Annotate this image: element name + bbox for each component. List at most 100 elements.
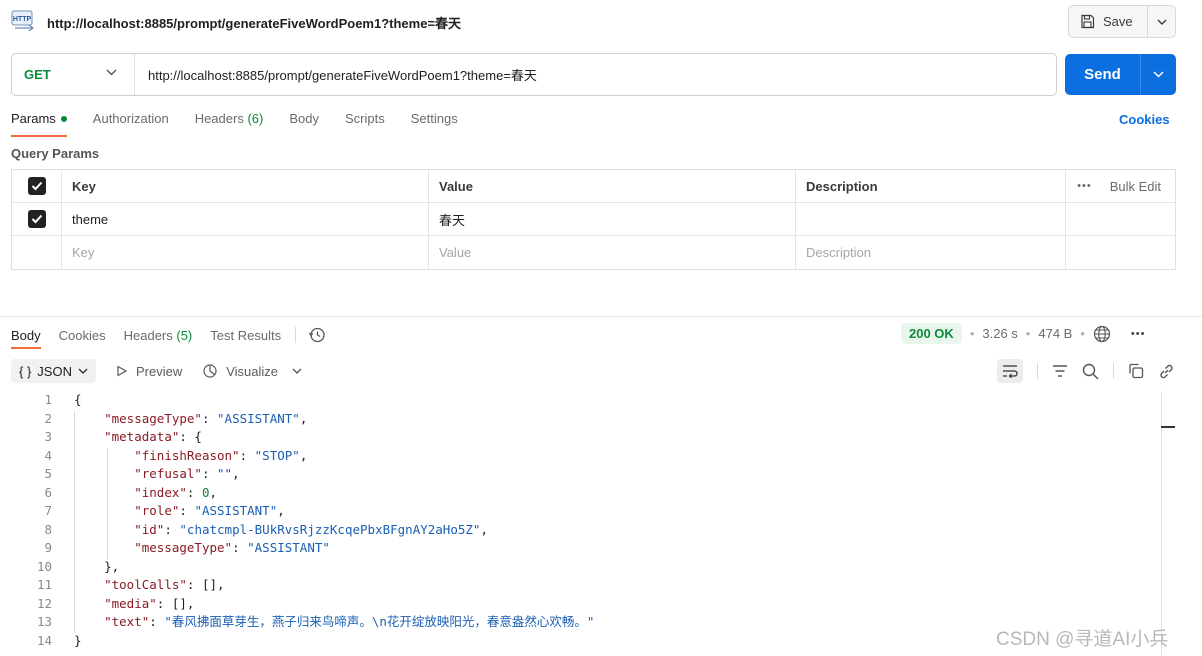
line-number: 10	[36, 558, 52, 574]
send-button-group: Send	[1065, 54, 1176, 95]
globe-icon[interactable]	[1093, 325, 1111, 343]
empty-actions-cell	[1066, 236, 1175, 269]
param-key-cell[interactable]: theme	[62, 203, 429, 235]
visualize-button[interactable]: Visualize	[202, 363, 278, 379]
tab-response-headers[interactable]: Headers (5)	[124, 328, 193, 343]
code-line: 5 "refusal": "",	[0, 465, 1160, 484]
response-tabs: Body Cookies Headers (5) Test Results	[11, 326, 326, 349]
wrap-lines-icon	[1003, 365, 1018, 378]
line-number: 11	[36, 577, 52, 592]
line-number: 2	[44, 410, 52, 426]
code-line: 14}	[0, 632, 1160, 651]
preview-label: Preview	[135, 363, 183, 379]
bullet-separator: •	[969, 326, 975, 341]
tab-headers[interactable]: Headers (6)	[195, 111, 264, 131]
line-number: 8	[44, 521, 52, 537]
section-divider	[0, 316, 1202, 317]
tab-body[interactable]: Body	[289, 111, 319, 131]
json-id: chatcmpl-BUkRvsRjzzKcqePbxBFgnAY2aHo5Z	[186, 521, 473, 537]
chevron-down-icon	[1153, 71, 1164, 78]
response-view-bar: { } JSON Preview Visualize	[11, 359, 302, 383]
chevron-down-icon[interactable]	[292, 368, 302, 374]
status-badge[interactable]: 200 OK	[901, 323, 962, 344]
query-params-table: Key Value Description ••• Bulk Edit them…	[11, 169, 1176, 270]
more-options-icon[interactable]: •••	[1077, 180, 1092, 192]
response-size[interactable]: 474 B	[1038, 326, 1072, 341]
braces-icon: { }	[19, 363, 32, 379]
line-number: 14	[36, 632, 52, 648]
line-number: 5	[44, 466, 52, 481]
column-header-description: Description	[796, 170, 1066, 202]
scrollbar-track[interactable]	[1161, 391, 1162, 656]
line-number: 12	[36, 595, 52, 611]
copy-icon[interactable]	[1128, 363, 1144, 379]
tool-separator	[1113, 363, 1114, 379]
cookies-link[interactable]: Cookies	[1119, 112, 1170, 127]
param-description-cell[interactable]	[796, 203, 1066, 235]
link-icon[interactable]	[1158, 363, 1175, 380]
response-time[interactable]: 3.26 s	[982, 326, 1017, 341]
json-finish-reason: STOP	[262, 447, 293, 463]
request-tabs: Params Authorization Headers (6) Body Sc…	[11, 111, 484, 137]
tab-scripts[interactable]: Scripts	[345, 111, 385, 131]
code-line: 4 "finishReason": "STOP",	[0, 447, 1160, 466]
send-options-button[interactable]	[1141, 54, 1176, 95]
save-options-button[interactable]	[1148, 6, 1175, 37]
tab-test-results[interactable]: Test Results	[210, 328, 281, 343]
save-button-group: Save	[1068, 5, 1176, 38]
select-all-checkbox[interactable]	[27, 177, 46, 195]
empty-check-cell	[12, 236, 62, 269]
line-number: 6	[44, 484, 52, 500]
new-description-input[interactable]: Description	[796, 236, 1066, 269]
save-button[interactable]: Save	[1069, 6, 1148, 37]
code-line: 13 "text": "春风拂面草芽生，燕子归来鸟啼声。\n花开绽放映阳光，春意…	[0, 613, 1160, 632]
json-message-type: ASSISTANT	[224, 410, 293, 426]
code-line: 6 "index": 0,	[0, 484, 1160, 503]
tab-response-cookies[interactable]: Cookies	[59, 328, 106, 343]
json-role: ASSISTANT	[201, 503, 270, 518]
column-header-key: Key	[62, 170, 429, 202]
wrap-lines-button[interactable]	[997, 359, 1023, 383]
visualize-label: Visualize	[226, 363, 279, 379]
tab-response-body[interactable]: Body	[11, 327, 41, 349]
format-label: JSON	[37, 363, 72, 379]
select-all-cell	[12, 170, 62, 202]
bullet-separator: •	[1025, 326, 1031, 341]
chevron-down-icon	[1157, 19, 1166, 25]
format-select[interactable]: { } JSON	[11, 359, 96, 383]
response-body-code[interactable]: 1{ 2 "messageType": "ASSISTANT", 3 "meta…	[0, 391, 1160, 650]
table-row: theme 春天	[12, 203, 1175, 236]
tab-authorization[interactable]: Authorization	[93, 111, 169, 131]
history-icon[interactable]	[308, 326, 326, 344]
new-value-input[interactable]: Value	[429, 236, 796, 269]
bulk-edit-cell: ••• Bulk Edit	[1066, 170, 1175, 202]
send-button[interactable]: Send	[1065, 54, 1141, 95]
line-number: 9	[44, 540, 52, 555]
tab-response-body-label: Body	[11, 327, 41, 343]
preview-button[interactable]: Preview	[116, 364, 182, 379]
param-value-cell[interactable]: 春天	[429, 203, 796, 235]
code-line: 8 "id": "chatcmpl-BUkRvsRjzzKcqePbxBFgnA…	[0, 521, 1160, 540]
title-bar: HTTP http://localhost:8885/prompt/genera…	[0, 0, 1202, 44]
row-checkbox[interactable]	[27, 210, 46, 228]
line-number: 3	[44, 429, 52, 444]
line-number: 1	[44, 392, 52, 407]
method-select[interactable]: GET	[12, 54, 135, 95]
more-options-icon[interactable]: •••	[1131, 328, 1146, 340]
scrollbar-marker[interactable]	[1161, 426, 1175, 428]
response-headers-count: (5)	[176, 327, 193, 343]
watermark: CSDN @寻道AI小兵	[996, 629, 1169, 650]
tab-settings[interactable]: Settings	[411, 111, 458, 131]
chevron-down-icon	[106, 69, 117, 76]
http-request-icon: HTTP	[11, 10, 35, 32]
new-key-input[interactable]: Key	[62, 236, 429, 269]
table-row-empty: Key Value Description	[12, 236, 1175, 269]
tab-params[interactable]: Params	[11, 111, 67, 137]
bulk-edit-button[interactable]: Bulk Edit	[1110, 179, 1161, 194]
code-line: 12 "media": [],	[0, 595, 1160, 614]
filter-icon[interactable]	[1052, 364, 1068, 378]
url-input[interactable]: http://localhost:8885/prompt/generateFiv…	[135, 65, 537, 84]
search-icon[interactable]	[1082, 363, 1099, 380]
response-status-area: 200 OK • 3.26 s • 474 B • •••	[901, 323, 1145, 344]
tab-separator	[295, 327, 297, 343]
